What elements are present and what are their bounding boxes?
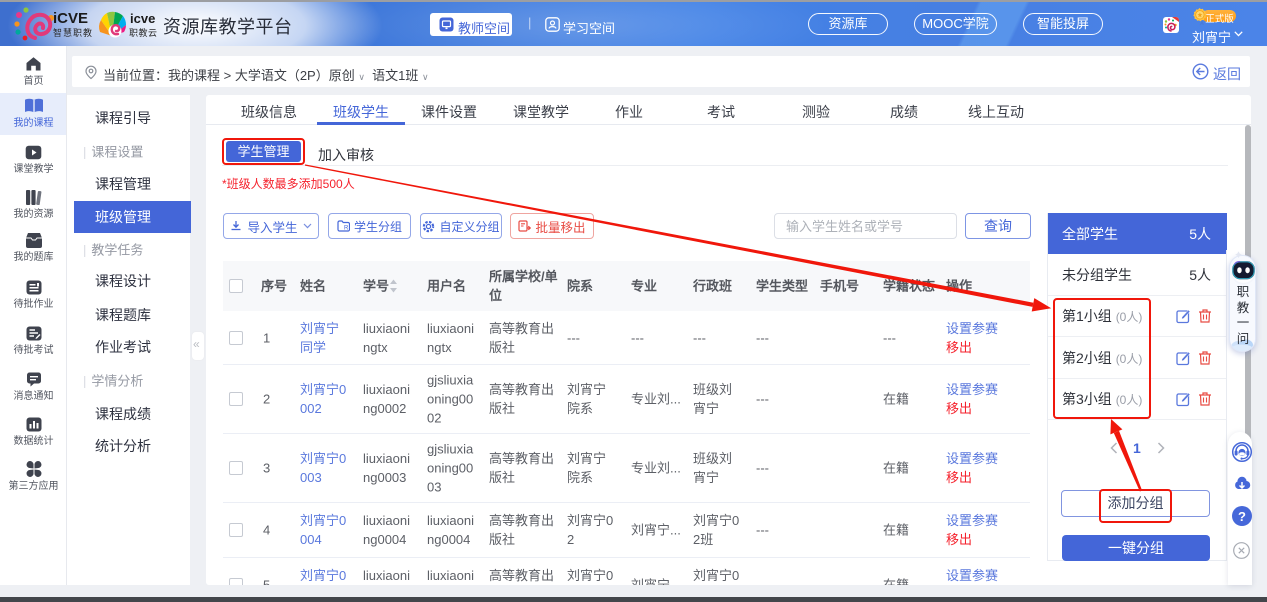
svg-text:R: R bbox=[344, 226, 349, 232]
svg-text:?: ? bbox=[1238, 509, 1246, 524]
